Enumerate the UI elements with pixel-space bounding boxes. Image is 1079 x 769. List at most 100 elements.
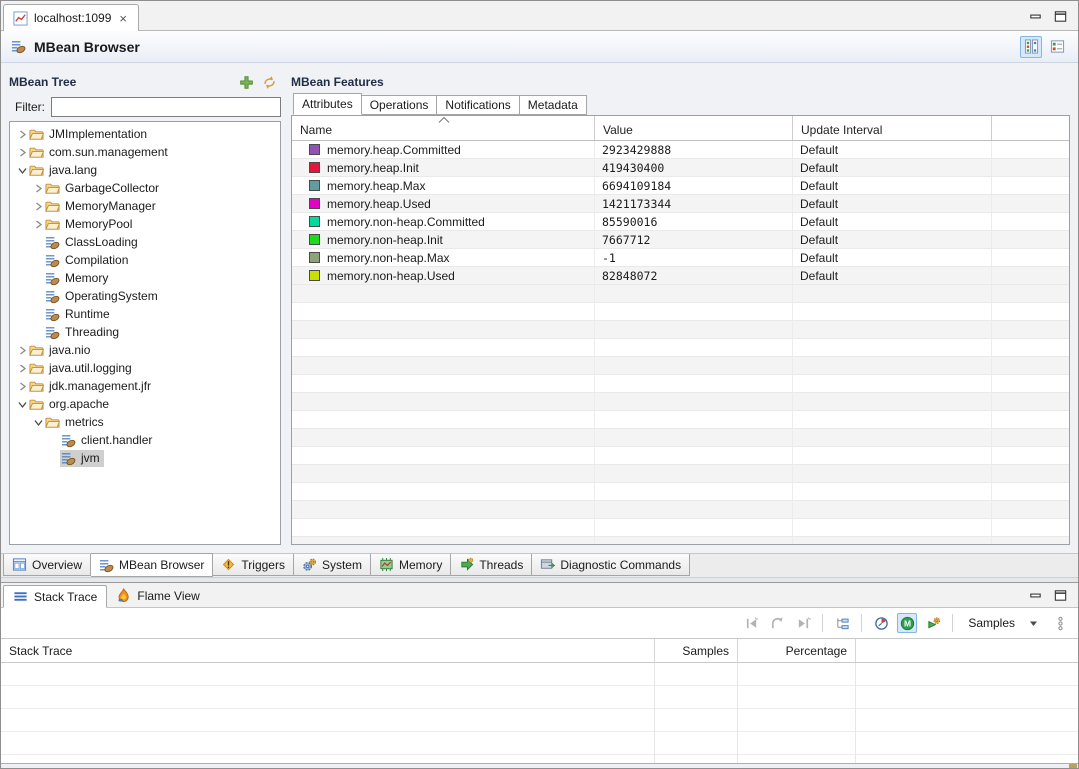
nav-first-icon [744, 616, 759, 631]
tab-system[interactable]: System [294, 554, 371, 576]
tree-item[interactable]: com.sun.management [10, 143, 280, 161]
mbean-tree-panel: MBean Tree Filter: JMImplementation com.… [9, 71, 281, 545]
chevron-down-icon[interactable] [34, 418, 43, 427]
tree-item[interactable]: GarbageCollector [10, 179, 280, 197]
chevron-right-icon[interactable] [18, 364, 27, 373]
chevron-right-icon[interactable] [18, 130, 27, 139]
tree-item[interactable]: client.handler [10, 431, 280, 449]
add-mbean-button[interactable] [239, 75, 254, 90]
resize-grip[interactable] [1069, 764, 1077, 768]
series-color-swatch [309, 270, 320, 281]
tree-item[interactable]: Compilation [10, 251, 280, 269]
nav-curve-icon [770, 616, 785, 631]
tab-triggers[interactable]: Triggers [213, 554, 294, 576]
mbean-icon [45, 307, 60, 322]
table-row[interactable]: memory.heap.Used 1421173344 Default [292, 195, 1069, 213]
minimize-button[interactable] [1028, 9, 1043, 24]
stack-trace-table: Stack Trace Samples Percentage [1, 638, 1078, 763]
folder-icon [29, 361, 44, 376]
tab-flame-view[interactable]: Flame View [107, 584, 208, 607]
view-menu-button[interactable] [1050, 613, 1070, 633]
chevron-down-icon[interactable] [18, 400, 27, 409]
series-color-swatch [309, 180, 320, 191]
column-header-percentage[interactable]: Percentage [738, 639, 856, 662]
tab-mbean-browser[interactable]: MBean Browser [91, 553, 213, 577]
attributes-table: Name Value Update Interval memory.heap.C… [291, 115, 1070, 545]
folder-icon [29, 127, 44, 142]
tree-item[interactable]: MemoryPool [10, 215, 280, 233]
table-row[interactable]: memory.heap.Max 6694109184 Default [292, 177, 1069, 195]
chevron-right-icon[interactable] [34, 220, 43, 229]
tree-item[interactable]: OperatingSystem [10, 287, 280, 305]
chevron-down-icon[interactable] [18, 166, 27, 175]
tree-item[interactable]: Threading [10, 323, 280, 341]
method-m-icon [900, 616, 915, 631]
tab-overview[interactable]: Overview [3, 554, 91, 576]
chevron-right-icon[interactable] [18, 148, 27, 157]
navigate-back-button[interactable] [767, 613, 787, 633]
table-row[interactable]: memory.non-heap.Max -1 Default [292, 249, 1069, 267]
samples-dropdown[interactable]: Samples [962, 614, 1044, 632]
tree-item[interactable]: org.apache [10, 395, 280, 413]
table-row[interactable]: memory.heap.Init 419430400 Default [292, 159, 1069, 177]
chevron-right-icon[interactable] [18, 346, 27, 355]
tab-threads[interactable]: Threads [451, 554, 532, 576]
editor-tab-title: localhost:1099 [34, 11, 111, 25]
memory-chip-icon [379, 557, 394, 572]
tab-notifications[interactable]: Notifications [437, 95, 519, 115]
folder-icon [29, 163, 44, 178]
table-row[interactable]: memory.non-heap.Committed 85590016 Defau… [292, 213, 1069, 231]
tab-metadata[interactable]: Metadata [520, 95, 587, 115]
tree-item[interactable]: JMImplementation [10, 125, 280, 143]
tab-diagnostic-commands[interactable]: Diagnostic Commands [532, 554, 690, 576]
close-icon[interactable]: × [117, 12, 129, 25]
tree-item[interactable]: Memory [10, 269, 280, 287]
tab-attributes[interactable]: Attributes [293, 93, 362, 115]
maximize-button[interactable] [1053, 9, 1068, 24]
list-layout-button[interactable] [1046, 36, 1068, 58]
tree-item-selected[interactable]: jvm [10, 449, 280, 467]
tab-operations[interactable]: Operations [362, 95, 438, 115]
filter-input[interactable] [51, 97, 281, 117]
column-header-stack-trace[interactable]: Stack Trace [1, 639, 655, 662]
refresh-button[interactable] [262, 75, 277, 90]
column-header-samples[interactable]: Samples [655, 639, 738, 662]
chevron-right-icon[interactable] [18, 382, 27, 391]
mbean-icon [45, 325, 60, 340]
minimize-button[interactable] [1028, 588, 1043, 603]
navigate-last-button[interactable] [793, 613, 813, 633]
view-header: MBean Browser [1, 31, 1078, 63]
mbean-icon [45, 235, 60, 250]
column-header-update-interval[interactable]: Update Interval [793, 116, 992, 140]
table-row[interactable]: memory.non-heap.Init 7667712 Default [292, 231, 1069, 249]
threads-icon [459, 557, 474, 572]
profiling-clock-button[interactable] [871, 613, 891, 633]
chevron-right-icon[interactable] [34, 202, 43, 211]
expand-tree-button[interactable] [832, 613, 852, 633]
editor-tab-localhost[interactable]: localhost:1099 × [3, 4, 139, 31]
folder-icon [29, 397, 44, 412]
tree-item[interactable]: Runtime [10, 305, 280, 323]
table-row[interactable]: memory.non-heap.Used 82848072 Default [292, 267, 1069, 285]
chevron-right-icon[interactable] [34, 184, 43, 193]
thread-settings-button[interactable] [923, 613, 943, 633]
tab-memory[interactable]: Memory [371, 554, 451, 576]
column-header-value[interactable]: Value [595, 116, 793, 140]
maximize-button[interactable] [1053, 588, 1068, 603]
sort-ascending-icon [437, 116, 451, 124]
tree-item[interactable]: java.lang [10, 161, 280, 179]
tree-item[interactable]: java.nio [10, 341, 280, 359]
mbean-tree-title: MBean Tree [9, 75, 76, 89]
series-color-swatch [309, 216, 320, 227]
navigate-first-button[interactable] [741, 613, 761, 633]
table-row[interactable]: memory.heap.Committed 2923429888 Default [292, 141, 1069, 159]
vertical-layout-button[interactable] [1020, 36, 1042, 58]
mbean-features-title: MBean Features [291, 75, 384, 89]
tab-stack-trace[interactable]: Stack Trace [3, 585, 107, 608]
tree-item[interactable]: metrics [10, 413, 280, 431]
tree-item[interactable]: java.util.logging [10, 359, 280, 377]
tree-item[interactable]: jdk.management.jfr [10, 377, 280, 395]
method-profiling-button[interactable] [897, 613, 917, 633]
tree-item[interactable]: MemoryManager [10, 197, 280, 215]
tree-item[interactable]: ClassLoading [10, 233, 280, 251]
